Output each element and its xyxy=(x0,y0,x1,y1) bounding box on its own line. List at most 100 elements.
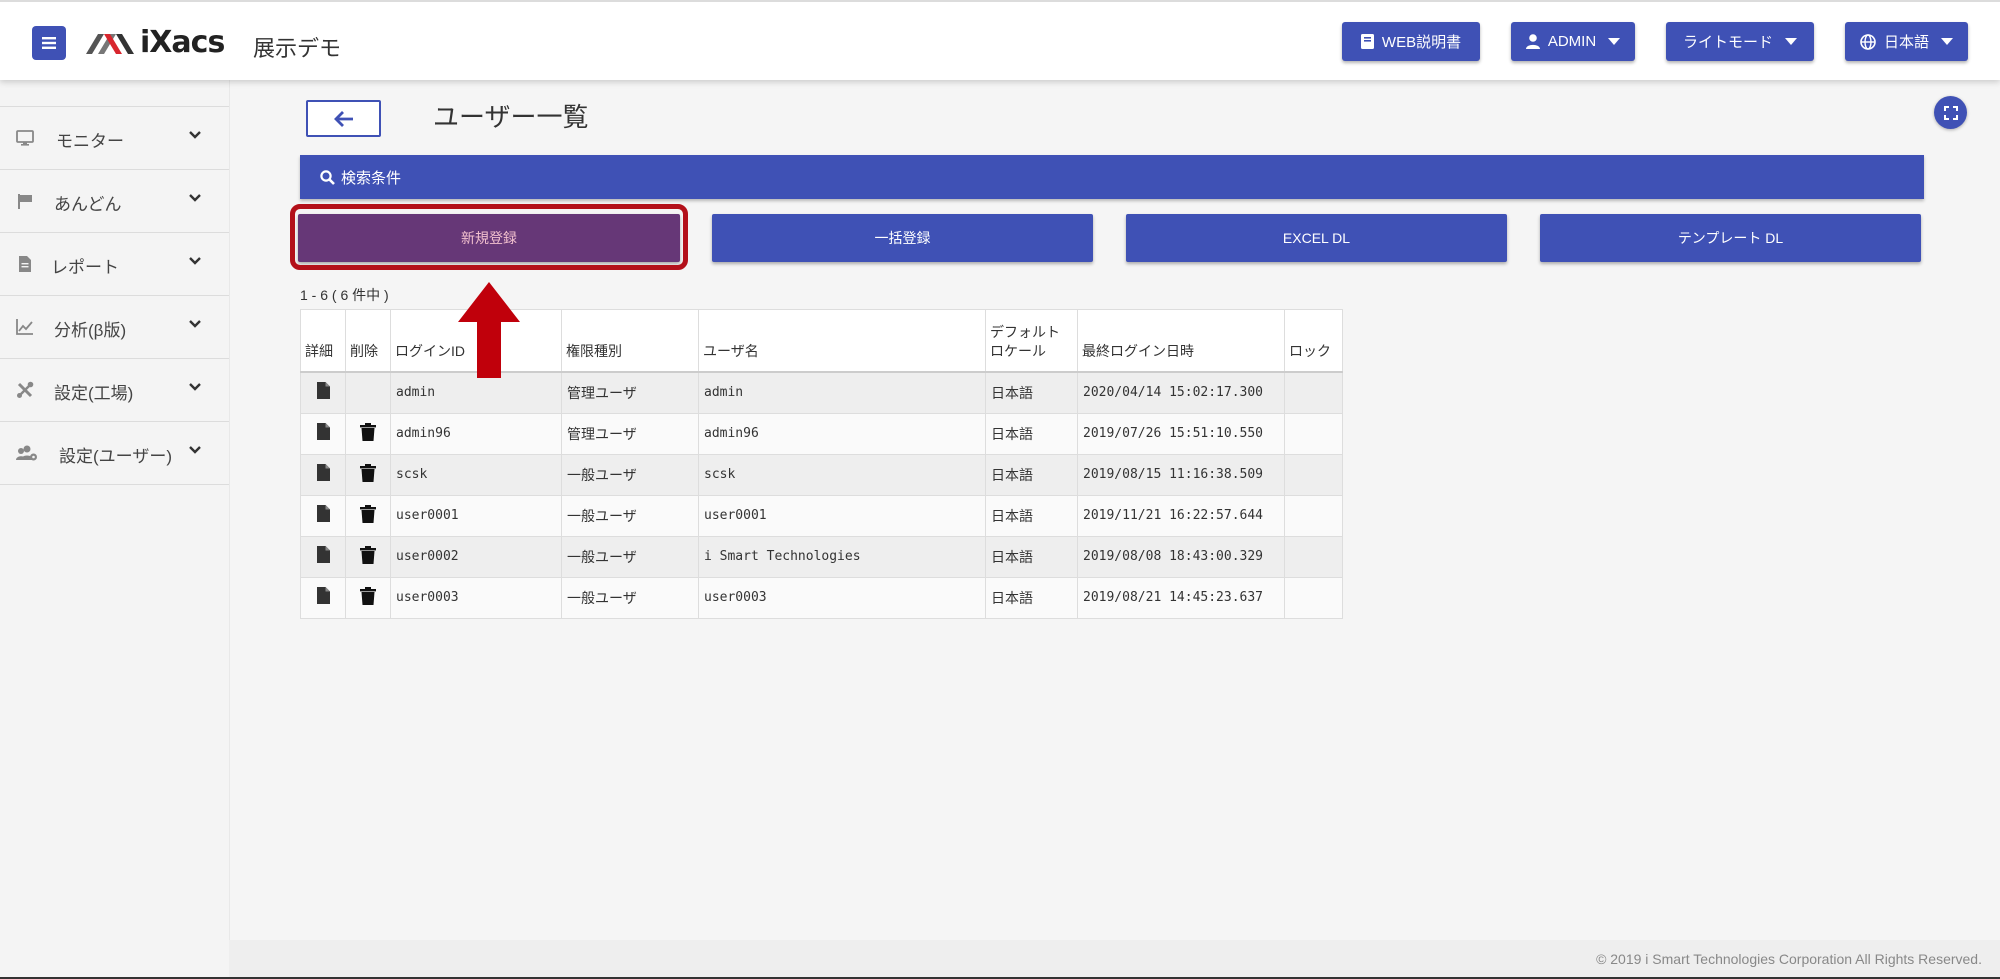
detail-cell[interactable] xyxy=(300,576,346,619)
logo: iXacs xyxy=(84,24,225,60)
user-name-cell: i Smart Technologies xyxy=(698,535,986,578)
user-menu-button[interactable]: ADMIN xyxy=(1511,22,1635,61)
hamburger-menu-button[interactable] xyxy=(32,26,66,60)
last-login-cell: 2019/07/26 15:51:10.550 xyxy=(1077,412,1285,455)
search-conditions-toggle[interactable]: 検索条件 xyxy=(300,155,1924,199)
login-id-cell: user0003 xyxy=(390,576,562,619)
trash-icon xyxy=(360,586,376,605)
chevron-down-icon xyxy=(189,257,201,265)
role-cell: 管理ユーザ xyxy=(561,371,699,414)
sidebar-item-report[interactable]: レポート xyxy=(0,233,229,296)
sidebar-item-label: あんどん xyxy=(54,195,122,214)
top-header: iXacs 展示デモ WEB説明書 ADMIN ライトモード 日本語 xyxy=(0,0,2000,80)
sidebar-item-label: レポート xyxy=(51,258,119,277)
detail-cell[interactable] xyxy=(300,453,346,496)
tools-icon xyxy=(17,381,34,398)
col-last-login: 最終ログイン日時 xyxy=(1077,309,1285,373)
search-icon xyxy=(320,169,335,185)
locale-cell: 日本語 xyxy=(985,453,1078,496)
chevron-down-icon xyxy=(189,320,201,328)
bulk-register-button[interactable]: 一括登録 xyxy=(712,214,1093,262)
col-role: 権限種別 xyxy=(561,309,699,373)
users-cog-icon xyxy=(16,445,37,461)
book-icon xyxy=(1360,34,1374,49)
user-icon xyxy=(1525,34,1540,49)
table-row: user0001 一般ユーザ user0001 日本語 2019/11/21 16:22… xyxy=(300,494,1343,537)
table-row: admin 管理ユーザ admin 日本語 2020/04/14 15:02:17.30… xyxy=(300,371,1343,414)
role-cell: 一般ユーザ xyxy=(561,494,699,537)
back-button[interactable] xyxy=(306,100,381,137)
sidebar-item-factory-settings[interactable]: 設定(工場) xyxy=(0,359,229,422)
fullscreen-button[interactable] xyxy=(1934,96,1967,129)
web-manual-button[interactable]: WEB説明書 xyxy=(1342,22,1480,61)
page-title: ユーザー一覧 xyxy=(433,102,589,132)
delete-cell[interactable] xyxy=(345,535,391,578)
red-arrow-up-icon xyxy=(458,282,520,378)
language-menu-label: 日本語 xyxy=(1883,34,1929,51)
locale-cell: 日本語 xyxy=(985,494,1078,537)
new-register-label: 新規登録 xyxy=(461,230,517,246)
lock-cell xyxy=(1284,453,1343,496)
role-cell: 一般ユーザ xyxy=(561,535,699,578)
table-row: user0002 一般ユーザ i Smart Technologies 日本語 2019… xyxy=(300,535,1343,578)
chevron-down-icon xyxy=(189,383,201,391)
template-download-label: テンプレート DL xyxy=(1677,230,1784,246)
user-name-cell: admin96 xyxy=(698,412,986,455)
trash-icon xyxy=(360,504,376,523)
delete-cell[interactable] xyxy=(345,494,391,537)
login-id-cell: admin96 xyxy=(390,412,562,455)
lock-cell xyxy=(1284,412,1343,455)
col-locale-line2: ロケール xyxy=(990,342,1046,359)
sidebar-item-label: 分析(β版) xyxy=(54,321,127,340)
theme-menu-button[interactable]: ライトモード xyxy=(1666,22,1814,61)
detail-cell[interactable] xyxy=(300,371,346,414)
copyright-text: © 2019 i Smart Technologies Corporation … xyxy=(1596,951,1982,967)
file-detail-icon xyxy=(316,423,330,440)
logo-text: iXacs xyxy=(140,24,225,60)
delete-cell xyxy=(345,371,391,414)
user-menu-label: ADMIN xyxy=(1547,33,1597,50)
caret-down-icon xyxy=(1608,38,1621,45)
template-download-button[interactable]: テンプレート DL xyxy=(1540,214,1921,262)
last-login-cell: 2019/11/21 16:22:57.644 xyxy=(1077,494,1285,537)
lock-cell xyxy=(1284,535,1343,578)
col-locale: デフォルト ロケール xyxy=(985,309,1078,373)
detail-cell[interactable] xyxy=(300,494,346,537)
file-detail-icon xyxy=(316,382,330,399)
table-header-row: 詳細 削除 ログインID 権限種別 ユーザ名 デフォルト ロケール 最終ログイン日… xyxy=(300,309,1343,373)
detail-cell[interactable] xyxy=(300,535,346,578)
sidebar-item-monitor[interactable]: モニター xyxy=(0,107,229,170)
new-register-button[interactable]: 新規登録 xyxy=(298,214,680,262)
sidebar-item-analysis[interactable]: 分析(β版) xyxy=(0,296,229,359)
sidebar-item-andon[interactable]: あんどん xyxy=(0,170,229,233)
caret-down-icon xyxy=(1785,38,1797,45)
record-count: 1 - 6 ( 6 件中 ) xyxy=(300,287,389,303)
delete-cell[interactable] xyxy=(345,412,391,455)
chart-icon xyxy=(16,319,33,335)
delete-cell[interactable] xyxy=(345,576,391,619)
sidebar-item-user-settings[interactable]: 設定(ユーザー) xyxy=(0,422,229,485)
last-login-cell: 2019/08/08 18:43:00.329 xyxy=(1077,535,1285,578)
last-login-cell: 2019/08/21 14:45:23.637 xyxy=(1077,576,1285,619)
language-menu-button[interactable]: 日本語 xyxy=(1845,22,1968,61)
last-login-cell: 2019/08/15 11:16:38.509 xyxy=(1077,453,1285,496)
web-manual-label: WEB説明書 xyxy=(1381,34,1462,51)
chevron-down-icon xyxy=(189,131,201,139)
theme-menu-label: ライトモード xyxy=(1682,34,1773,51)
role-cell: 管理ユーザ xyxy=(561,412,699,455)
col-user-name: ユーザ名 xyxy=(698,309,986,373)
file-detail-icon xyxy=(316,505,330,522)
table-row: admin96 管理ユーザ admin96 日本語 2019/07/26 15:51:1… xyxy=(300,412,1343,455)
excel-download-button[interactable]: EXCEL DL xyxy=(1126,214,1507,262)
delete-cell[interactable] xyxy=(345,453,391,496)
login-id-cell: scsk xyxy=(390,453,562,496)
trash-icon xyxy=(360,545,376,564)
bulk-register-label: 一括登録 xyxy=(874,230,931,246)
sidebar-item-label: 設定(工場) xyxy=(54,384,134,403)
user-name-cell: scsk xyxy=(698,453,986,496)
role-cell: 一般ユーザ xyxy=(561,576,699,619)
caret-down-icon xyxy=(1941,38,1953,45)
user-name-cell: admin xyxy=(698,371,986,414)
col-lock: ロック xyxy=(1284,309,1343,373)
detail-cell[interactable] xyxy=(300,412,346,455)
